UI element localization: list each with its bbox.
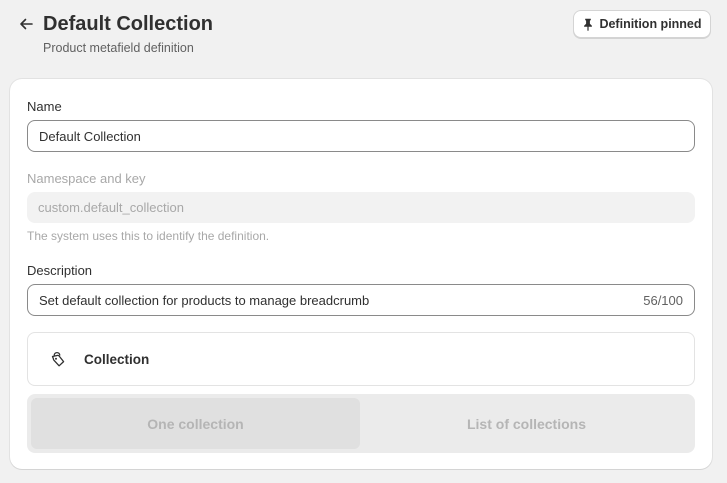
page-header: Default Collection Product metafield def… [0,0,727,70]
description-label: Description [27,263,93,278]
name-label: Name [27,99,62,114]
definition-pinned-button[interactable]: Definition pinned [573,10,711,38]
type-label: Collection [84,351,150,367]
definition-pinned-label: Definition pinned [599,17,702,31]
page-title: Default Collection [43,13,214,35]
one-collection-option[interactable]: One collection [31,398,360,449]
arrow-left-icon [20,18,33,30]
collection-icon [49,350,67,368]
pin-icon [584,18,593,31]
cardinality-toggle: One collection List of collections [27,394,695,453]
namespace-value: custom.default_collection [38,200,184,215]
page-subtitle: Product metafield definition [43,41,194,55]
name-value: Default Collection [39,128,141,144]
namespace-label: Namespace and key [27,171,146,186]
back-button[interactable] [14,12,38,36]
definition-card: Name Default Collection Namespace and ke… [10,79,712,469]
type-selector[interactable]: Collection [27,332,695,386]
namespace-help-text: The system uses this to identify the def… [27,229,270,243]
namespace-field: custom.default_collection [27,192,695,223]
name-field[interactable]: Default Collection [27,120,695,152]
list-of-collections-option[interactable]: List of collections [362,398,691,449]
description-value: Set default collection for products to m… [39,292,370,308]
description-field[interactable]: Set default collection for products to m… [27,284,695,316]
character-counter: 56/100 [643,292,683,308]
